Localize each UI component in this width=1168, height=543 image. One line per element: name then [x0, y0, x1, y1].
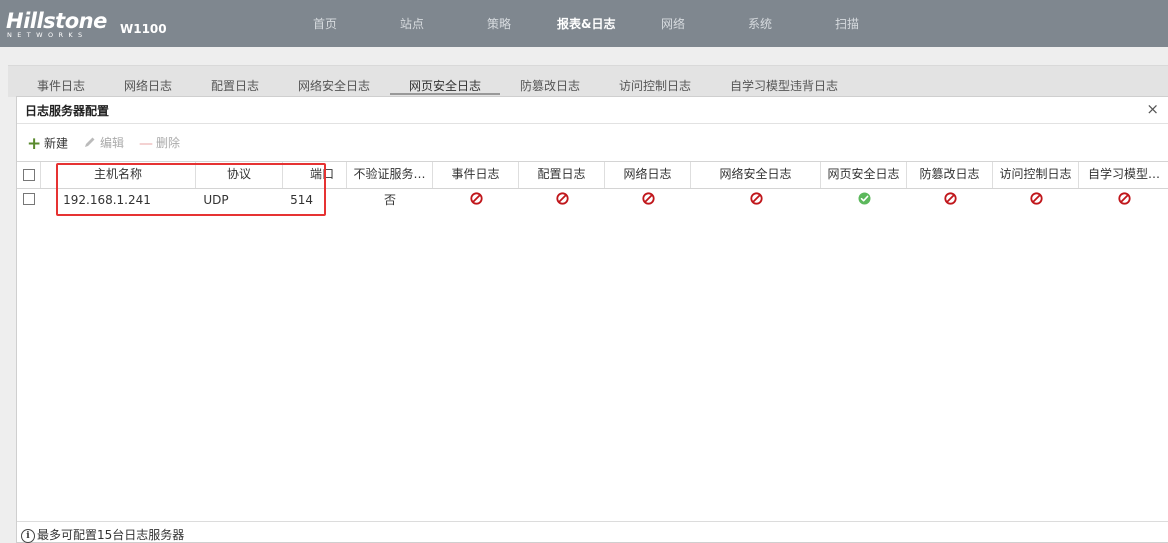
nav-sites[interactable]: 站点	[400, 15, 424, 32]
cell-protocol: UDP	[203, 193, 229, 207]
table-row[interactable]: 192.168.1.241 UDP 514 否	[17, 188, 1168, 212]
new-button-label: 新建	[44, 136, 69, 151]
hillstone-logo: Hillstone NETWORKS	[6, 9, 110, 41]
minus-icon: —	[139, 135, 153, 152]
select-all-cell	[17, 162, 41, 188]
tab-network-security-log[interactable]: 网络安全日志	[298, 77, 370, 94]
plus-icon: +	[27, 134, 42, 154]
cell-no-verify: 否	[383, 193, 396, 207]
disabled-icon	[469, 189, 483, 213]
edit-button[interactable]: 编辑	[83, 134, 124, 150]
disabled-icon	[641, 189, 655, 213]
panel-title: 日志服务器配置	[25, 104, 110, 118]
pencil-icon	[83, 136, 97, 152]
disabled-icon	[749, 189, 763, 213]
top-bar: Hillstone NETWORKS W1100 首页 站点 策略 报表&日志 …	[0, 0, 1168, 47]
nav-policy[interactable]: 策略	[487, 15, 511, 32]
nav-scan[interactable]: 扫描	[835, 15, 859, 32]
column-header-hostname[interactable]: 主机名称	[41, 162, 196, 188]
delete-button[interactable]: — 删除	[139, 134, 181, 152]
nav-system[interactable]: 系统	[748, 15, 772, 32]
select-all-checkbox[interactable]	[23, 169, 35, 181]
cell-self-learning-model-status	[1079, 188, 1168, 212]
column-header-no-verify-server[interactable]: 不验证服务…	[347, 162, 433, 188]
column-header-protocol[interactable]: 协议	[196, 162, 283, 188]
footer-note-text: 最多可配置15台日志服务器	[37, 528, 185, 542]
tab-access-control-log[interactable]: 访问控制日志	[619, 77, 691, 94]
footer-note: i 最多可配置15台日志服务器	[21, 526, 184, 543]
title-divider	[17, 123, 1168, 124]
table-header: 主机名称 协议 端口 不验证服务… 事件日志 配置日志 网络日志 网络安全日志 …	[17, 161, 1168, 189]
log-tabs: 事件日志 网络日志 配置日志 网络安全日志 网页安全日志 防篡改日志 访问控制日…	[8, 65, 1168, 97]
nav-network[interactable]: 网络	[661, 15, 685, 32]
footer-divider	[17, 521, 1168, 522]
column-header-event-log[interactable]: 事件日志	[433, 162, 519, 188]
disabled-icon	[1029, 189, 1043, 213]
tab-self-learning-violation-log[interactable]: 自学习模型违背日志	[730, 77, 838, 94]
tab-event-log[interactable]: 事件日志	[37, 77, 85, 94]
cell-network-log-status	[605, 188, 691, 212]
log-server-config-panel: 日志服务器配置 × + 新建 编辑 — 删除 主机名称 协议 端口 不验证服务… 事…	[16, 96, 1168, 543]
edit-button-label: 编辑	[100, 136, 125, 150]
row-select-cell	[17, 188, 41, 212]
column-header-access-control-log[interactable]: 访问控制日志	[993, 162, 1079, 188]
column-header-network-security-log[interactable]: 网络安全日志	[691, 162, 821, 188]
cell-access-control-log-status	[993, 188, 1079, 212]
column-header-port[interactable]: 端口	[283, 162, 347, 188]
logo-subtext: NETWORKS	[7, 31, 88, 39]
info-icon: i	[21, 528, 35, 543]
active-tab-indicator	[390, 93, 500, 95]
cell-config-log-status	[519, 188, 605, 212]
tab-config-log[interactable]: 配置日志	[211, 77, 259, 94]
disabled-icon	[943, 189, 957, 213]
tab-web-security-log[interactable]: 网页安全日志	[409, 77, 481, 94]
column-header-web-security-log[interactable]: 网页安全日志	[821, 162, 907, 188]
logo-text: Hillstone	[6, 9, 107, 33]
delete-button-label: 删除	[156, 136, 181, 150]
nav-reports-logs[interactable]: 报表&日志	[557, 15, 615, 32]
cell-anti-tamper-log-status	[907, 188, 993, 212]
cell-event-log-status	[433, 188, 519, 212]
new-button[interactable]: + 新建	[27, 134, 69, 154]
column-header-self-learning-model[interactable]: 自学习模型…	[1079, 162, 1168, 188]
column-header-anti-tamper-log[interactable]: 防篡改日志	[907, 162, 993, 188]
cell-web-security-log-status	[821, 188, 907, 212]
model-name: W1100	[120, 22, 167, 36]
close-icon[interactable]: ×	[1146, 100, 1159, 118]
disabled-icon	[1117, 189, 1131, 213]
tab-network-log[interactable]: 网络日志	[124, 77, 172, 94]
cell-network-security-log-status	[691, 188, 821, 212]
row-checkbox[interactable]	[23, 193, 35, 205]
nav-home[interactable]: 首页	[313, 15, 337, 32]
disabled-icon	[555, 189, 569, 213]
column-header-network-log[interactable]: 网络日志	[605, 162, 691, 188]
cell-hostname: 192.168.1.241	[63, 193, 151, 207]
cell-port: 514	[290, 193, 313, 207]
enabled-check-icon	[858, 189, 871, 213]
column-header-config-log[interactable]: 配置日志	[519, 162, 605, 188]
tab-anti-tamper-log[interactable]: 防篡改日志	[520, 77, 580, 94]
